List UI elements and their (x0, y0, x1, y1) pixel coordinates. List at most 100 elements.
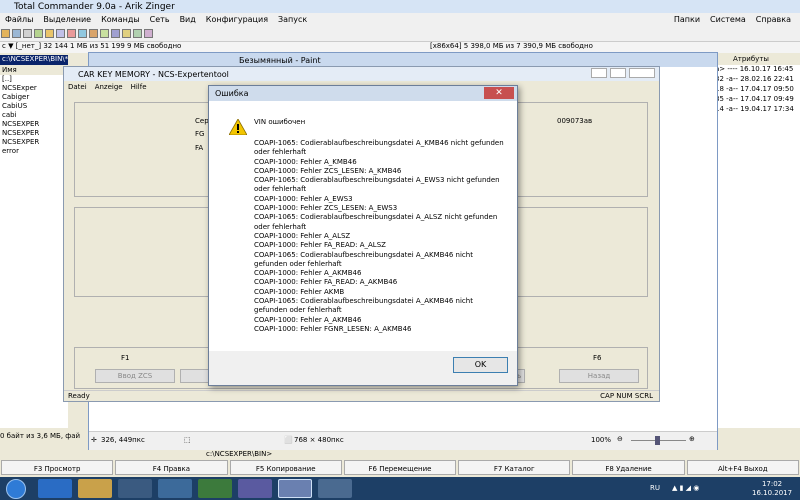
list-item[interactable]: Cabiger (0, 93, 68, 102)
f7-mkdir-button[interactable]: F7 Каталог (458, 460, 571, 475)
tc-menu-files[interactable]: Файлы (0, 13, 38, 26)
utorrent-icon[interactable] (198, 479, 232, 498)
error-line: COAPI-1065: Codierablaufbeschreibungsdat… (254, 139, 504, 147)
tree-icon[interactable] (34, 29, 43, 38)
column-header-attributes[interactable]: Атрибуты (715, 55, 800, 65)
f2-button[interactable] (180, 369, 210, 383)
list-item[interactable]: CabiUS (0, 102, 68, 111)
error-line: COAPI-1000: Fehler FA_READ: A_ALSZ (254, 241, 386, 250)
error-line: COAPI-1000: Fehler AKMB (254, 287, 345, 296)
close-button[interactable] (629, 68, 655, 78)
paint-coords: 326, 449пкс (101, 436, 145, 444)
start-button[interactable] (6, 479, 26, 499)
f8-delete-button[interactable]: F8 Удаление (572, 460, 685, 475)
ie-icon[interactable] (38, 479, 72, 498)
tc-menu-commands[interactable]: Команды (96, 13, 145, 26)
tc-menu-net[interactable]: Сеть (145, 13, 175, 26)
folder-icon[interactable] (45, 29, 54, 38)
copy-icon[interactable] (56, 29, 65, 38)
table-row[interactable]: 32 -a-- 28.02.16 22:41 (715, 75, 800, 85)
delete-icon[interactable] (67, 29, 76, 38)
language-indicator[interactable]: RU (650, 484, 660, 492)
total-commander-icon[interactable] (238, 479, 272, 498)
table-row[interactable]: 18 -a-- 17.04.17 09:50 (715, 85, 800, 95)
ncs-menu-file[interactable]: Datei (64, 82, 91, 92)
view-icon[interactable] (12, 29, 21, 38)
error-line: gefunden oder fehlerhaft (254, 259, 342, 268)
explorer-icon[interactable] (78, 479, 112, 498)
table-row[interactable]: 14 -a-- 19.04.17 17:34 (715, 105, 800, 115)
search-icon[interactable] (78, 29, 87, 38)
list-item[interactable]: NCSEXPER (0, 120, 68, 129)
list-item[interactable]: NCSEXPER (0, 129, 68, 138)
ncs-title: CAR KEY MEMORY - NCS-Expertentool (78, 70, 229, 79)
notepad-icon[interactable] (133, 29, 142, 38)
list-item[interactable]: error (0, 147, 68, 156)
tc-menu-config[interactable]: Конфигурация (201, 13, 273, 26)
back-button[interactable]: Назад (559, 369, 639, 383)
sync-icon[interactable] (122, 29, 131, 38)
tc-menu-view[interactable]: Вид (175, 13, 201, 26)
ftp-icon[interactable] (111, 29, 120, 38)
canvas-size-icon: ⬜ (284, 436, 293, 444)
paint-icon[interactable] (318, 479, 352, 498)
tc-menu-select[interactable]: Выделение (38, 13, 96, 26)
list-item[interactable]: NCSExper (0, 84, 68, 93)
error-message-list: COAPI-1065: Codierablaufbeschreibungsdat… (254, 139, 509, 334)
zoom-level: 100% (591, 436, 612, 444)
zoom-in-button[interactable]: ⊕ (689, 435, 695, 443)
ok-button[interactable]: OK (453, 357, 508, 373)
tc-menu-system[interactable]: Система (705, 13, 751, 26)
error-line: COAPI-1000: Fehler A_ALSZ (254, 231, 351, 240)
tc-command-line[interactable]: c:\NCSEXPER\BIN> (200, 450, 800, 459)
refresh-icon[interactable] (1, 29, 10, 38)
ncs-menu-view[interactable]: Anzeige (91, 82, 127, 92)
f5-copy-button[interactable]: F5 Копирование (229, 460, 342, 475)
selection-icon: ⬚ (184, 436, 191, 444)
tc-right-file-list[interactable]: Атрибуты a> ---- 16.10.17 16:45 32 -a-- … (715, 55, 800, 428)
error-line: COAPI-1000: Fehler FA_READ: A_AKMB46 (254, 278, 398, 287)
ncs-status-text: Ready (68, 392, 90, 400)
tray-icons[interactable]: ▲ ▮ ◢ ◉ (672, 484, 699, 492)
tc-menu-help[interactable]: Справка (751, 13, 796, 26)
media-player-icon[interactable] (118, 479, 152, 498)
maximize-button[interactable] (610, 68, 626, 78)
f3-view-button[interactable]: F3 Просмотр (1, 460, 114, 475)
column-header-name[interactable]: Имя (0, 66, 68, 75)
tc-left-file-list[interactable]: Имя [..] NCSExper Cabiger CabiUS cabi NC… (0, 66, 68, 428)
tool-icon[interactable] (144, 29, 153, 38)
ncs-menu-help[interactable]: Hilfe (127, 82, 151, 92)
enter-zcs-button[interactable]: Ввод ZCS (95, 369, 175, 383)
f6-move-button[interactable]: F6 Перемещение (343, 460, 457, 475)
f4-edit-button[interactable]: F4 Правка (115, 460, 228, 475)
tc-menu-bar: Файлы Выделение Команды Сеть Вид Конфигурация… (0, 13, 800, 26)
tc-toolbar (0, 26, 800, 42)
tc-menu-folders[interactable]: Папки (669, 13, 705, 26)
error-line: COAPI-1000: Fehler A_KMB46 (254, 157, 357, 166)
error-line: oder fehlerhaft (254, 185, 307, 194)
tc-menu-start[interactable]: Запуск (273, 13, 312, 26)
list-item[interactable]: cabi (0, 111, 68, 120)
zoom-slider-thumb[interactable] (655, 436, 660, 445)
list-icon[interactable] (23, 29, 32, 38)
list-item[interactable]: [..] (0, 75, 68, 84)
error-line: COAPI-1065: Codierablaufbeschreibungsdat… (254, 176, 500, 185)
chrome-icon[interactable] (158, 479, 192, 498)
paint-title: Безымянный - Paint (239, 56, 321, 65)
zoom-out-button[interactable]: ⊖ (617, 435, 623, 443)
dialog-title-bar: Ошибка (209, 86, 517, 101)
tc-left-path[interactable]: c:\NCSEXPER\BIN\*.* (0, 55, 68, 65)
table-row[interactable]: 85 -a-- 17.04.17 09:49 (715, 95, 800, 105)
ncs-expert-icon[interactable] (278, 479, 312, 498)
paint-title-bar: Безымянный - Paint (89, 53, 717, 67)
dialog-close-button[interactable]: ✕ (484, 87, 514, 99)
unpack-icon[interactable] (100, 29, 109, 38)
clock[interactable]: 17:02 16.10.2017 (752, 480, 792, 498)
table-row[interactable]: a> ---- 16.10.17 16:45 (715, 65, 800, 75)
list-item[interactable]: NCSEXPER (0, 138, 68, 147)
tc-menu-right: Папки Система Справка (669, 13, 796, 26)
error-line: COAPI-1000: Fehler ZCS_LESEN: A_KMB46 (254, 166, 402, 175)
pack-icon[interactable] (89, 29, 98, 38)
alt-f4-exit-button[interactable]: Alt+F4 Выход (686, 460, 799, 475)
minimize-button[interactable] (591, 68, 607, 78)
